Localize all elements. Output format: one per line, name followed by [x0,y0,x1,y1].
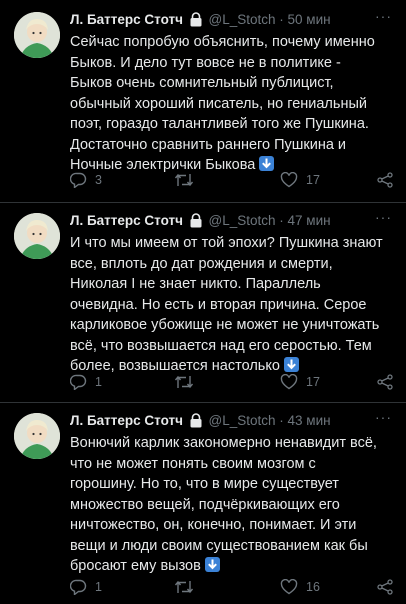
tweet-actions: 1 16 [70,579,396,599]
like-button[interactable]: 17 [280,374,320,390]
retweet-icon [174,375,194,389]
share-button[interactable] [376,374,394,390]
tweet[interactable]: Л. Баттерс Стотч @L_Stotch · 43 мин ··· … [0,403,406,604]
tweet[interactable]: Л. Баттерс Стотч @L_Stotch · 47 мин ··· … [0,203,406,402]
lock-icon [189,413,203,431]
tweet-text-content: Вонючий карлик закономерно ненавидит всё… [70,435,377,574]
reply-icon [70,374,87,390]
more-options-icon[interactable]: ··· [375,8,392,24]
share-button[interactable] [376,172,394,188]
timestamp[interactable]: 43 мин [288,413,331,428]
tweet-text-content: И что мы имеем от той эпохи? Пушкина зна… [70,235,383,374]
author-name[interactable]: Л. Баттерс Стотч [70,12,183,27]
timestamp[interactable]: 50 мин [288,12,331,27]
reply-count: 1 [95,375,102,389]
reply-button[interactable]: 1 [70,579,102,595]
reply-count: 3 [95,173,102,187]
tweet[interactable]: Л. Баттерс Стотч @L_Stotch · 50 мин ··· … [0,0,406,202]
reply-count: 1 [95,580,102,594]
reply-button[interactable]: 1 [70,374,102,390]
like-button[interactable]: 16 [280,579,320,595]
like-button[interactable]: 17 [280,172,320,188]
tweet-header: Л. Баттерс Стотч @L_Stotch · 43 мин ··· [70,409,392,433]
retweet-icon [174,580,194,594]
share-icon [377,374,393,390]
reply-icon [70,172,87,188]
retweet-button[interactable] [174,579,202,595]
more-options-icon[interactable]: ··· [375,409,392,425]
lock-icon [189,12,203,30]
avatar[interactable] [14,213,60,259]
author-handle[interactable]: @L_Stotch [209,12,276,27]
reply-icon [70,579,87,595]
avatar[interactable] [14,12,60,58]
share-icon [377,579,393,595]
like-count: 17 [306,375,320,389]
heart-icon [280,579,298,595]
heart-icon [280,374,298,390]
lock-icon [189,213,203,231]
tweet-header: Л. Баттерс Стотч @L_Stotch · 50 мин ··· [70,8,392,32]
timestamp[interactable]: 47 мин [288,213,331,228]
down-arrow-emoji-icon [259,156,275,171]
reply-button[interactable]: 3 [70,172,102,188]
tweet-text: Сейчас попробую объяснить, почему именно… [70,32,392,176]
heart-icon [280,172,298,188]
retweet-button[interactable] [174,374,202,390]
tweet-text-content: Сейчас попробую объяснить, почему именно… [70,34,375,173]
share-button[interactable] [376,579,394,595]
share-icon [377,172,393,188]
separator-dot: · [279,12,284,27]
author-name[interactable]: Л. Баттерс Стотч [70,413,183,428]
tweet-actions: 1 17 [70,374,396,394]
retweet-button[interactable] [174,172,202,188]
down-arrow-emoji-icon [283,357,299,372]
like-count: 17 [306,173,320,187]
more-options-icon[interactable]: ··· [375,209,392,225]
down-arrow-emoji-icon [204,557,220,572]
retweet-icon [174,173,194,187]
avatar[interactable] [14,413,60,459]
tweet-text: И что мы имеем от той эпохи? Пушкина зна… [70,233,392,377]
tweet-text: Вонючий карлик закономерно ненавидит всё… [70,433,392,577]
like-count: 16 [306,580,320,594]
separator-dot: · [279,413,284,428]
tweet-header: Л. Баттерс Стотч @L_Stotch · 47 мин ··· [70,209,392,233]
author-handle[interactable]: @L_Stotch [209,413,276,428]
author-handle[interactable]: @L_Stotch [209,213,276,228]
separator-dot: · [279,213,284,228]
author-name[interactable]: Л. Баттерс Стотч [70,213,183,228]
tweet-actions: 3 17 [70,172,396,192]
